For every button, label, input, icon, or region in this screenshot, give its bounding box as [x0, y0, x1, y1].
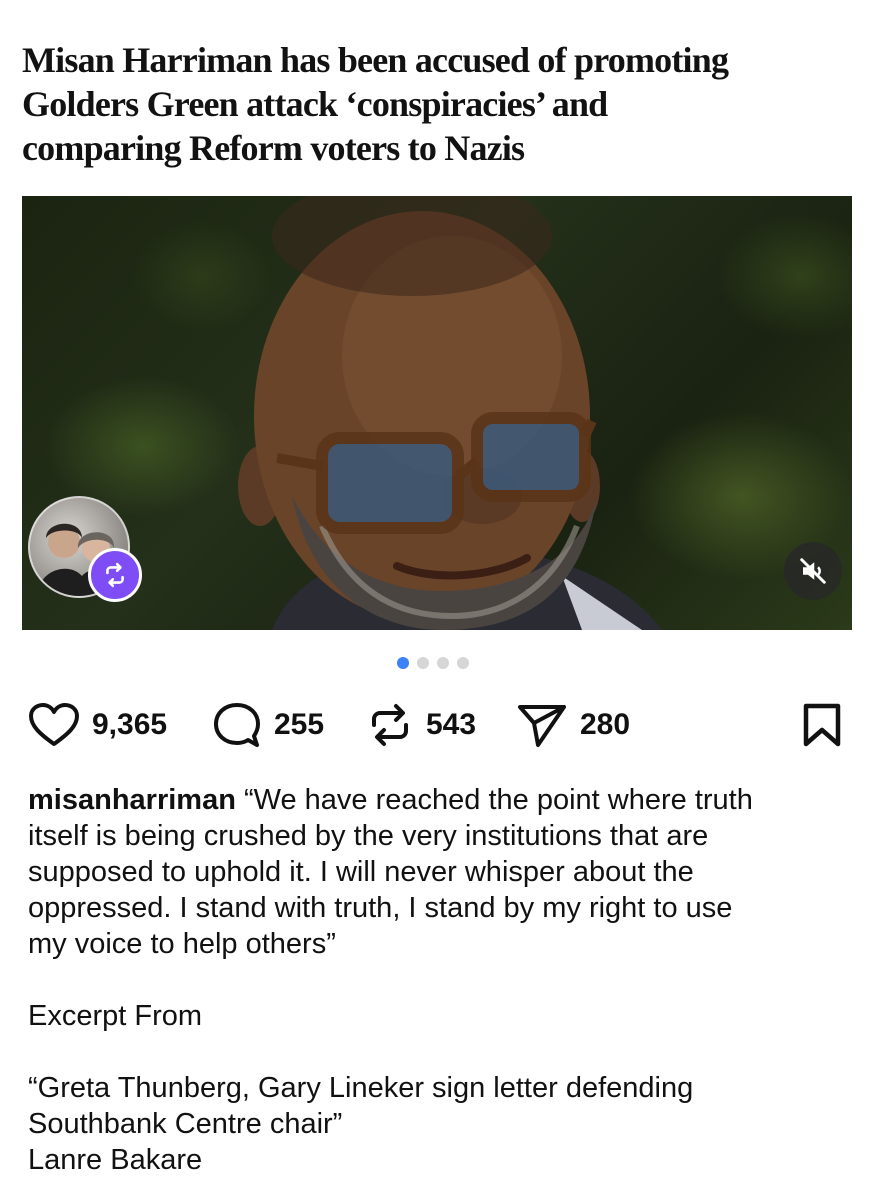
share-action[interactable]: 280	[516, 700, 630, 750]
repost-badge	[88, 548, 142, 602]
like-count: 9,365	[92, 708, 168, 741]
source-title-line: Southbank Centre chair”	[28, 1108, 343, 1140]
caption-username[interactable]: misanharriman	[28, 784, 236, 816]
repost-icon[interactable]	[366, 701, 414, 749]
speaker-muted-icon	[800, 558, 826, 584]
headline-line: comparing Reform voters to Nazis	[22, 128, 525, 168]
bookmark-button[interactable]	[801, 703, 843, 752]
mute-button[interactable]	[784, 542, 842, 600]
repost-icon	[106, 562, 124, 588]
repost-count: 543	[426, 708, 477, 741]
carousel-indicator	[397, 657, 469, 669]
reposted-by-avatar[interactable]	[28, 496, 142, 606]
caption-line: itself is being crushed by the very inst…	[28, 820, 709, 852]
carousel-dot-active[interactable]	[397, 657, 409, 669]
caption-first-line: misanharriman “We have reached the point…	[28, 782, 848, 818]
share-count: 280	[580, 708, 631, 741]
carousel-dot[interactable]	[457, 657, 469, 669]
caption-line: oppressed. I stand with truth, I stand b…	[28, 892, 733, 924]
source-title-line: “Greta Thunberg, Gary Lineker sign lette…	[28, 1072, 694, 1104]
post-actions-bar: 9,365 255 543 280	[28, 700, 848, 750]
caption-text: “We have reached the point where truth	[243, 784, 753, 816]
carousel-dot[interactable]	[417, 657, 429, 669]
comment-icon[interactable]	[212, 701, 262, 749]
repost-action[interactable]: 543	[366, 700, 476, 750]
comment-action[interactable]: 255	[212, 700, 324, 750]
like-action[interactable]: 9,365	[28, 700, 167, 750]
headline-line: Misan Harriman has been accused of promo…	[22, 40, 729, 80]
carousel-dot[interactable]	[437, 657, 449, 669]
heart-icon[interactable]	[28, 702, 80, 748]
portrait-illustration	[238, 196, 662, 630]
share-icon[interactable]	[516, 701, 568, 749]
post-photo[interactable]	[22, 196, 852, 630]
post-caption: misanharriman “We have reached the point…	[28, 782, 848, 1178]
comment-count: 255	[274, 708, 325, 741]
article-headline: Misan Harriman has been accused of promo…	[22, 38, 862, 170]
caption-line: my voice to help others”	[28, 928, 336, 960]
caption-line: supposed to uphold it. I will never whis…	[28, 856, 694, 888]
headline-line: Golders Green attack ‘conspiracies’ and	[22, 84, 608, 124]
bookmark-icon[interactable]	[801, 703, 843, 747]
source-author: Lanre Bakare	[28, 1144, 203, 1176]
excerpt-label: Excerpt From	[28, 1000, 203, 1032]
